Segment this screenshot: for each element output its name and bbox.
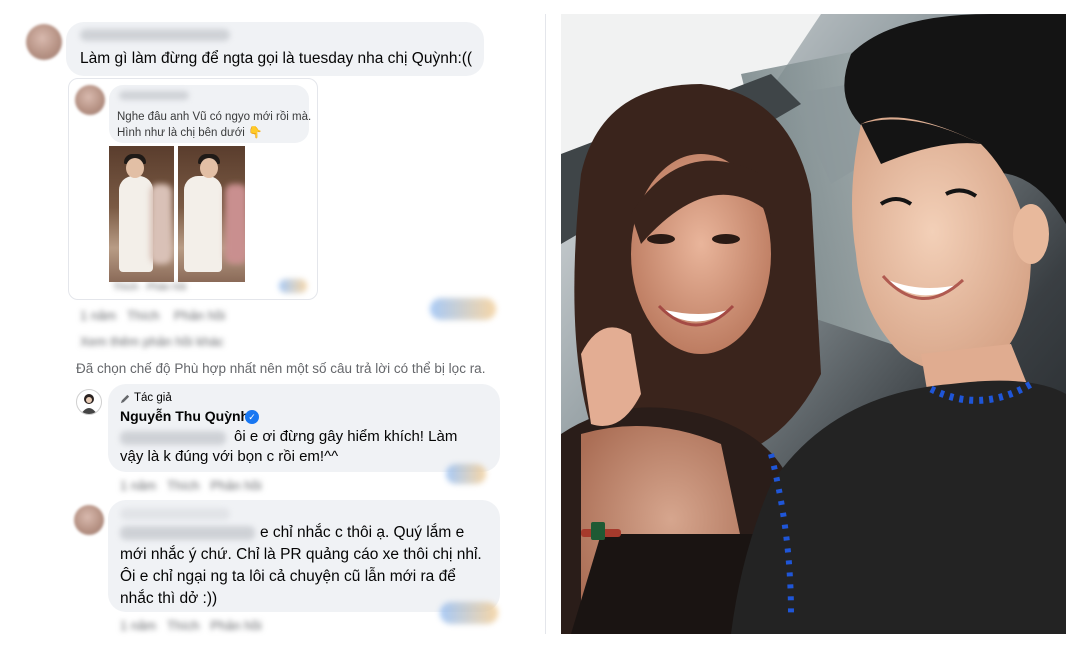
reply-text-line-2: Hình như là chị bên dưới 👇 [117,127,263,139]
author-comment-bubble: Tác giả Nguyễn Thu Quỳnh ✓ ôi e ơi đừng … [108,384,500,472]
comment-bubble: e chỉ nhắc c thôi ạ. Quý lắm e mới nhắc … [108,500,500,612]
comment-line-4: nhắc thì dở :)) [120,590,218,607]
view-replies[interactable]: Xem thêm phản hồi khác [80,334,224,349]
comment-thread-panel: Làm gì làm đừng để ngta gọi là tuesday n… [0,0,545,648]
author-comment-reaction[interactable] [446,464,486,484]
comment-meta: 1 năm Thích Phản hồi [120,618,262,633]
comment-reaction[interactable] [440,602,498,624]
author-comment-line-1: ôi e ơi đừng gây hiểm khích! Làm [234,428,458,445]
photo-illustration [561,14,1066,634]
blurred-commenter-name[interactable] [80,29,230,41]
comment-meta: 1 năm Thích Phản hồi [80,308,226,323]
reply-bubble: Nghe đâu anh Vũ có ngyo mới rồi mà. Hình… [109,85,312,143]
author-badge-label: Tác giả [134,392,172,404]
attached-photo [109,146,174,282]
author-comment-meta: 1 năm Thích Phản hồi [120,478,262,493]
verified-badge-icon: ✓ [245,410,259,424]
pencil-icon [120,394,130,403]
attached-photo [178,146,245,282]
comment-line-1: e chỉ nhắc c thôi ạ. Quý lắm e [260,524,465,541]
blurred-mention[interactable] [120,431,226,445]
comment-bubble: Làm gì làm đừng để ngta gọi là tuesday n… [66,22,484,76]
author-comment-line-2: vậy là k đúng với bọn c rồi em!^^ [120,448,339,465]
commenter-avatar[interactable] [74,505,104,535]
comment-reaction[interactable] [430,298,496,320]
panel-divider [545,14,546,634]
couple-in-car-photo [561,14,1066,634]
blurred-mention[interactable] [120,526,255,540]
blurred-replier-name [119,91,189,100]
comment-line-2: mới nhắc ý chứ. Chỉ là PR quảng cáo xe t… [120,546,482,563]
author-name[interactable]: Nguyễn Thu Quỳnh [120,408,249,424]
replier-avatar [75,85,105,115]
reply-text-line-1: Nghe đâu anh Vũ có ngyo mới rồi mà. [117,111,312,123]
author-avatar[interactable] [76,389,102,415]
author-badge: Tác giả [120,392,172,404]
comment-text: Làm gì làm đừng để ngta gọi là tuesday n… [80,50,473,67]
reply-reaction [279,279,307,293]
filter-notice: Đã chọn chế độ Phù hợp nhất nên một số c… [76,361,486,376]
reply-meta: Thích · Phản hồi [113,282,187,293]
comment-line-3: Ôi e chỉ ngại ng ta lôi cả chuyện cũ lẫn… [120,568,456,585]
blurred-commenter-name[interactable] [120,508,230,520]
commenter-avatar[interactable] [26,24,62,60]
